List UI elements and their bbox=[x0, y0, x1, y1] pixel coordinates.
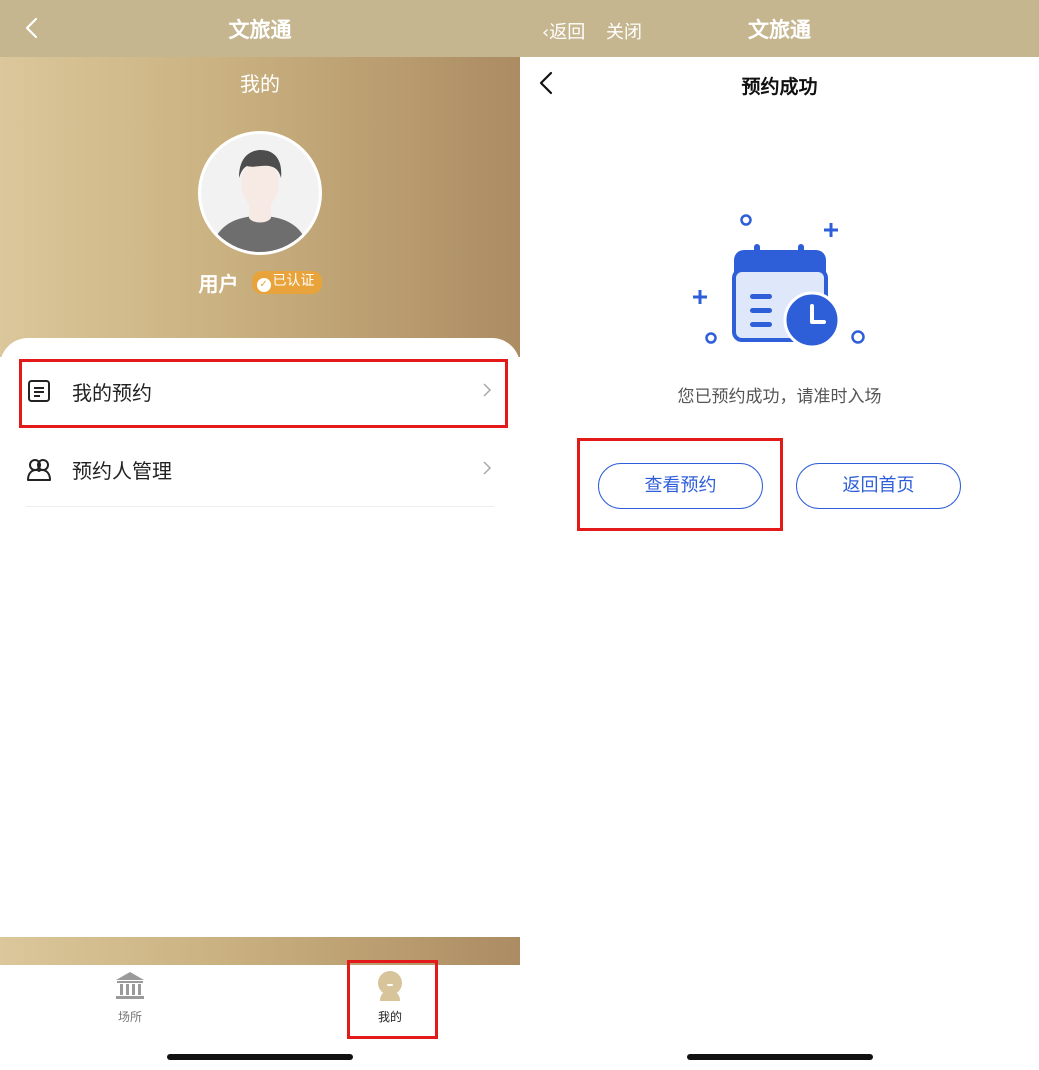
check-badge-icon: ✓ bbox=[256, 278, 271, 292]
menu-item-label: 我的预约 bbox=[72, 381, 152, 405]
top-bar: 文旅通 bbox=[0, 0, 520, 57]
tab-label: 场所 bbox=[117, 1010, 142, 1024]
top-bar: ‹返回 关闭 文旅通 bbox=[520, 0, 1039, 57]
success-message: 您已预约成功，请准时入场 bbox=[677, 387, 882, 407]
tab-venues[interactable]: 场所 bbox=[90, 970, 170, 1025]
avatar[interactable] bbox=[198, 131, 322, 255]
page-title: 预约成功 bbox=[741, 76, 818, 98]
home-indicator bbox=[167, 1054, 353, 1060]
museum-icon bbox=[116, 972, 144, 999]
verified-badge-label: 已认证 bbox=[272, 273, 315, 289]
divider bbox=[26, 506, 494, 507]
user-name: 用户 bbox=[198, 272, 239, 296]
user-row: 用户 ✓ 已认证 bbox=[0, 268, 520, 297]
tab-label: 我的 bbox=[377, 1010, 402, 1024]
chevron-right-icon bbox=[483, 461, 492, 475]
document-icon bbox=[28, 380, 50, 402]
menu-card: 我的预约 预约人管理 bbox=[0, 338, 520, 938]
chevron-right-icon bbox=[483, 383, 492, 397]
back-home-button[interactable]: 返回首页 bbox=[796, 463, 961, 509]
profile-screen: 文旅通 我的 用户 ✓ 已认证 我的预约 预约人管理 场所 我的 bbox=[0, 0, 520, 1070]
user-icon bbox=[378, 971, 402, 1001]
menu-item-label: 预约人管理 bbox=[72, 459, 172, 483]
menu-item-booker-management[interactable]: 预约人管理 bbox=[26, 438, 494, 498]
home-indicator bbox=[687, 1054, 873, 1060]
menu-item-my-bookings[interactable]: 我的预约 bbox=[26, 360, 494, 420]
booking-success-screen: ‹返回 关闭 文旅通 预约成功 您已预约成功，请准时入场 查看预约 返回首页 bbox=[520, 0, 1039, 1070]
footer-gradient-strip bbox=[0, 937, 520, 965]
app-title: 文旅通 bbox=[748, 18, 811, 42]
verified-badge: ✓ 已认证 bbox=[251, 271, 322, 294]
calendar-clock-icon bbox=[693, 214, 865, 349]
default-avatar-icon bbox=[201, 134, 319, 252]
page-header: 预约成功 bbox=[520, 57, 1039, 111]
profile-heading: 我的 bbox=[240, 72, 280, 96]
app-title: 文旅通 bbox=[228, 18, 292, 42]
view-booking-button[interactable]: 查看预约 bbox=[598, 463, 763, 509]
tab-mine[interactable]: 我的 bbox=[350, 970, 430, 1025]
people-icon bbox=[27, 459, 51, 481]
